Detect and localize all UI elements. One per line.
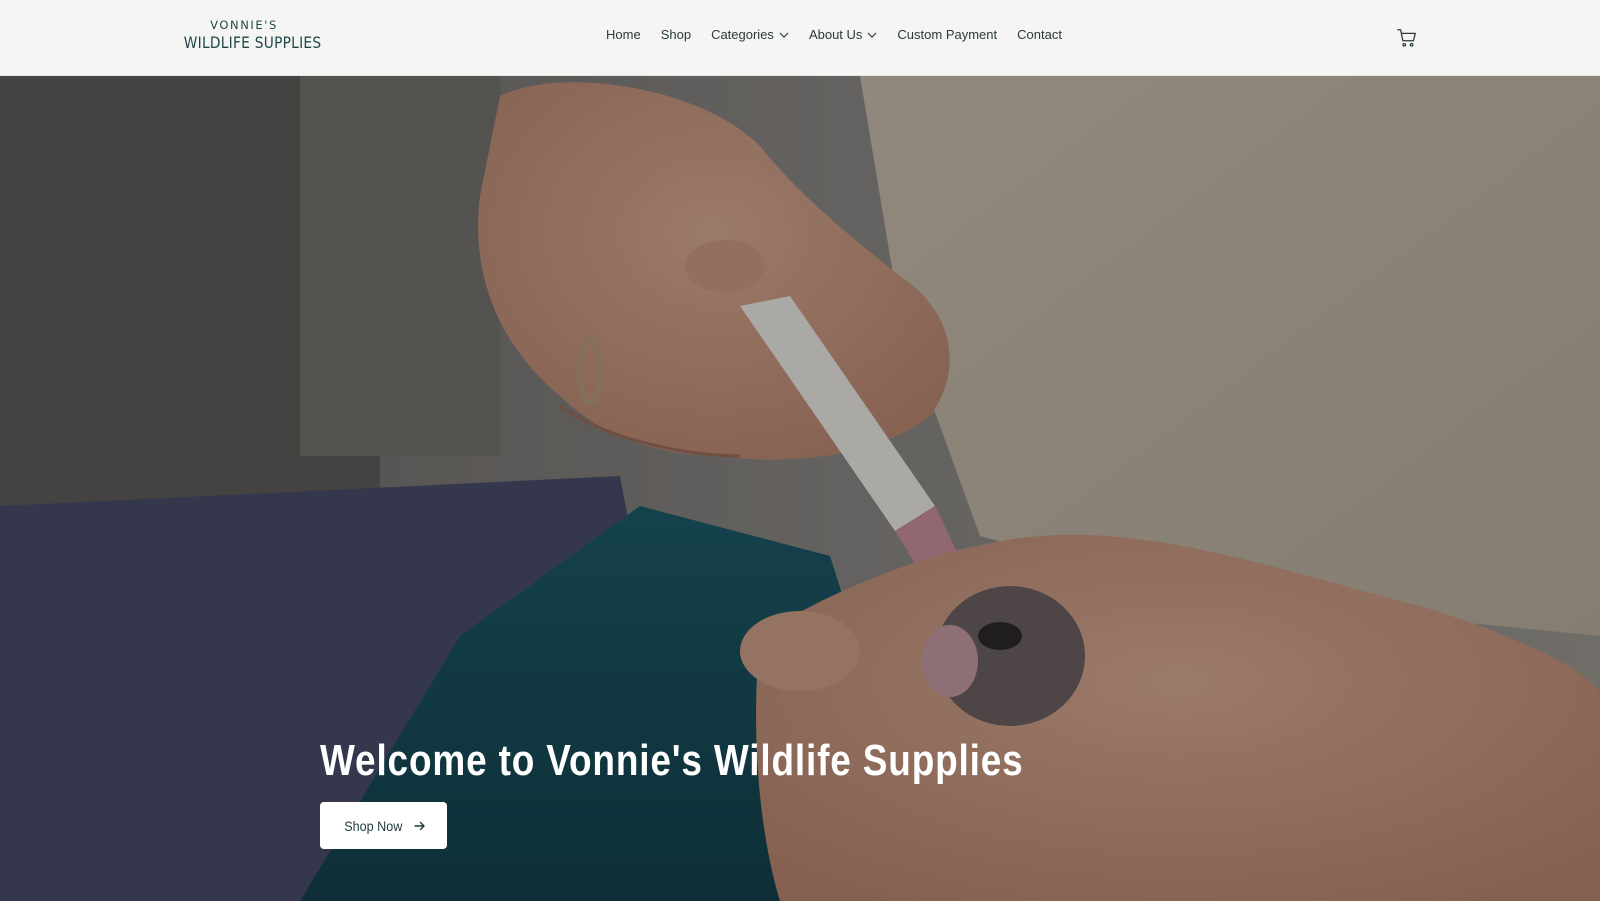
arrow-right-icon bbox=[414, 821, 425, 830]
nav-contact-label: Contact bbox=[1017, 27, 1062, 42]
logo-line-2: WILDLIFE SUPPLIES bbox=[183, 32, 322, 52]
nav-categories-label: Categories bbox=[711, 27, 774, 42]
nav-contact[interactable]: Contact bbox=[1017, 27, 1062, 42]
nav-custom-payment-label: Custom Payment bbox=[897, 27, 998, 42]
nav-categories[interactable]: Categories bbox=[711, 27, 789, 42]
nav-home-label: Home bbox=[606, 27, 641, 42]
nav-shop-label: Shop bbox=[660, 27, 692, 42]
hero-title: Welcome to Vonnie's Wildlife Supplies bbox=[320, 736, 1024, 785]
cart-icon bbox=[1397, 29, 1416, 47]
cart-button[interactable] bbox=[1396, 27, 1418, 49]
nav-home[interactable]: Home bbox=[606, 27, 641, 42]
site-header: VONNIE'S WILDLIFE SUPPLIES Home Shop Cat… bbox=[0, 0, 1600, 76]
main-nav: Home Shop Categories About Us Custom Pay… bbox=[606, 27, 1062, 42]
logo[interactable]: VONNIE'S WILDLIFE SUPPLIES bbox=[174, 18, 322, 52]
chevron-down-icon bbox=[779, 32, 789, 38]
hero-section: Welcome to Vonnie's Wildlife Supplies Sh… bbox=[0, 76, 1600, 901]
nav-shop[interactable]: Shop bbox=[661, 27, 691, 42]
chevron-down-icon bbox=[867, 32, 877, 38]
nav-about-us-label: About Us bbox=[808, 27, 863, 42]
shop-now-button[interactable]: Shop Now bbox=[320, 802, 447, 849]
nav-about-us[interactable]: About Us bbox=[809, 27, 877, 42]
logo-line-1: VONNIE'S bbox=[210, 18, 278, 32]
shop-now-label: Shop Now bbox=[344, 817, 403, 834]
nav-custom-payment[interactable]: Custom Payment bbox=[897, 27, 997, 42]
